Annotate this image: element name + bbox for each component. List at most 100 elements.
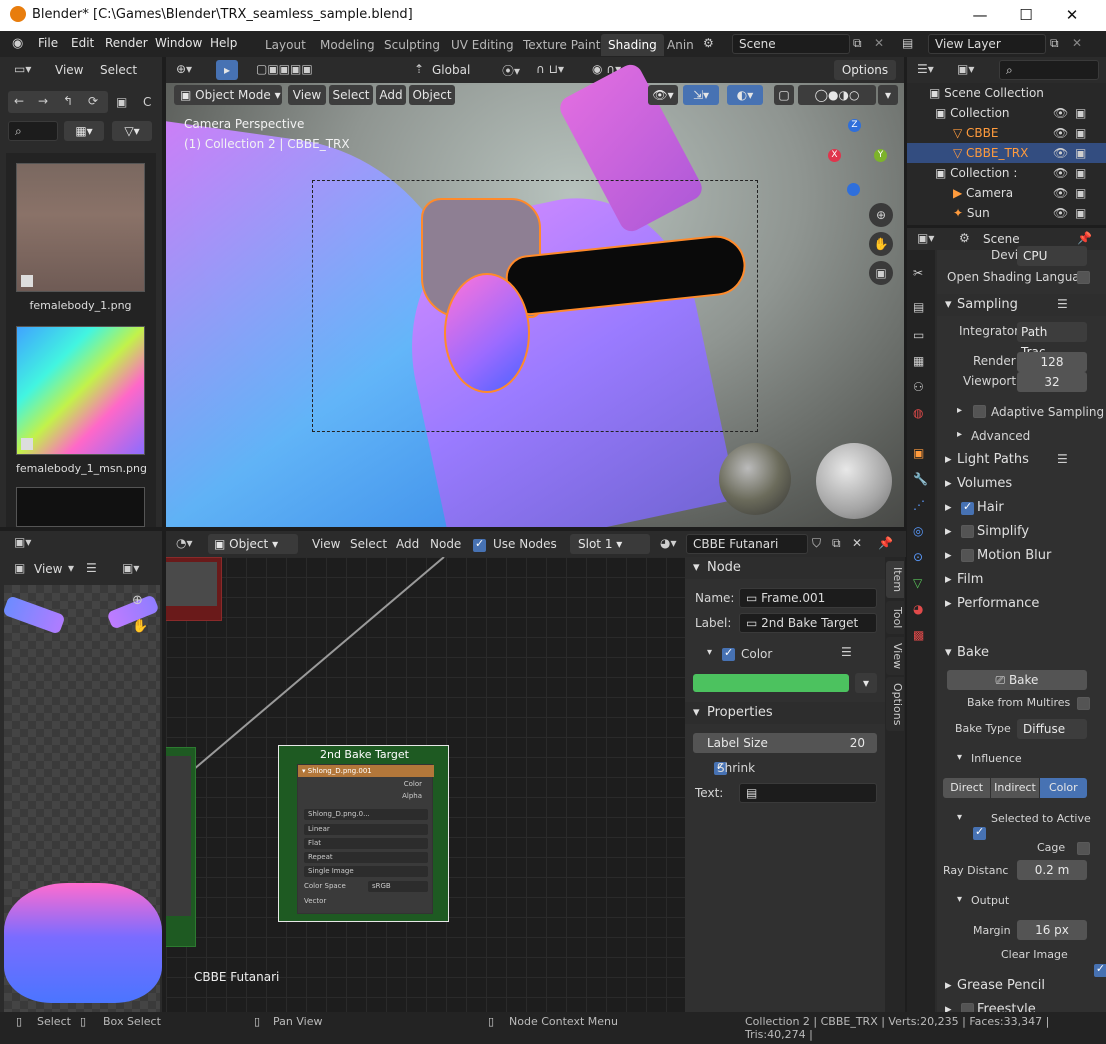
filter-c-icon[interactable]: C [143,95,151,109]
blender-menu-icon[interactable]: ◉ [12,36,23,51]
image-canvas[interactable]: ⊕ ✋ [2,585,162,1013]
zoom-icon[interactable]: ⊕ [132,593,143,608]
image-view-icon[interactable]: ▣ [14,561,25,575]
motion-blur-checkbox[interactable] [961,549,974,562]
outliner-row-sun[interactable]: ✦ Sun 👁 ▣ [907,203,1106,223]
viewport-menu-select[interactable]: Select [329,85,373,105]
render-samples-field[interactable]: 128 [1017,352,1087,372]
shader-type-select[interactable]: ▣ Object ▾ [208,534,298,554]
hair-checkbox[interactable] [961,500,974,515]
visibility-eye-icon[interactable]: 👁 [1053,103,1068,123]
visibility-eye-icon[interactable]: 👁 [1053,203,1068,223]
view-layer-field[interactable]: View Layer [928,34,1046,54]
visibility-eye-icon[interactable]: 👁 [1053,123,1068,143]
color-toggle[interactable]: Color [1039,778,1087,798]
overlay-toggle-icon[interactable]: ◐▾ [727,85,763,105]
bake-button[interactable]: ⎚ Bake [947,670,1087,690]
osl-checkbox[interactable] [1077,271,1090,284]
select-tool-icon[interactable]: ▸ [216,60,238,80]
output-label[interactable]: Output [971,894,1009,907]
outliner-row-camera[interactable]: ▶ Camera 👁 ▣ [907,183,1106,203]
image-select-icon[interactable]: ▣▾ [122,561,139,575]
view-layer-tab-icon[interactable]: ▦ [913,354,924,368]
tab-shading[interactable]: Shading [601,34,664,56]
direct-toggle[interactable]: Direct [943,778,991,798]
back-icon[interactable]: ← [14,94,24,108]
filter-button[interactable]: ▽▾ [112,121,152,141]
data-tab-icon[interactable]: ▽ [913,576,922,590]
options-button[interactable]: Options [834,60,896,80]
freestyle-checkbox[interactable] [961,1003,974,1012]
image-node-header[interactable]: ▾ Shlong_D.png.001 [298,765,434,777]
menu-render[interactable]: Render [105,36,148,50]
use-nodes-checkbox[interactable] [473,537,486,552]
node-frame-bake-target[interactable]: 2nd Bake Target ▾ Shlong_D.png.001 Color… [278,745,449,922]
physics-tab-icon[interactable]: ◎ [913,524,923,538]
bake-multires-checkbox[interactable] [1077,697,1090,710]
node-option-select[interactable]: Single Image [304,866,428,877]
visibility-eye-icon[interactable]: 👁 [1053,143,1068,163]
label-size-field[interactable]: Label Size 20 [693,733,877,753]
node-menu-view[interactable]: View [312,537,340,551]
tab-uv-editing[interactable]: UV Editing [444,34,521,56]
render-camera-icon[interactable]: ▣ [1075,183,1086,203]
pan-hand-icon[interactable]: ✋ [132,619,148,634]
pin-icon[interactable]: 📌 [1077,231,1092,245]
device-select[interactable]: CPU [1017,246,1087,266]
node-option-select[interactable]: Linear [304,824,428,835]
presets-icon[interactable]: ☰ [1057,297,1068,311]
simplify-title[interactable]: Simplify [977,524,1029,539]
hamburger-icon[interactable]: ☰ [86,561,97,575]
sampling-panel-header[interactable]: ▾ Sampling ☰ [937,294,1106,316]
presets-icon[interactable]: ☰ [1057,452,1068,466]
menu-file[interactable]: File [38,36,58,50]
node-frame-green-left[interactable] [166,747,196,947]
freestyle-title[interactable]: Freestyle [977,1002,1036,1012]
texture-tab-icon[interactable]: ▩ [913,628,924,642]
transform-orientation-icon[interactable]: ⇡ [414,62,424,76]
image-texture-node[interactable]: ▾ Shlong_D.png.001 Color Alpha Shlong_D.… [297,764,434,914]
color-swatch[interactable] [693,674,849,692]
editor-type-icon[interactable]: ☰▾ [917,62,934,76]
file-select-menu[interactable]: Select [100,63,137,77]
scene-icon[interactable]: ⚙ [703,36,714,50]
zoom-icon[interactable]: ⊕ [869,203,893,227]
node-option-select[interactable]: Repeat [304,852,428,863]
menu-window[interactable]: Window [155,36,202,50]
editor-type-icon[interactable]: ▣▾ [917,231,934,245]
viewport-samples-field[interactable]: 32 [1017,372,1087,392]
tab-sculpting[interactable]: Sculpting [377,34,447,56]
outliner-row-collection[interactable]: ▣ Collection : 👁 ▣ [907,163,1106,183]
tool-tab-icon[interactable]: ✂ [913,266,923,280]
viewport-canvas[interactable]: Camera Perspective (1) Collection 2 | CB… [166,60,904,527]
name-field[interactable]: ▭ Frame.001 [739,588,877,608]
viewport-menu-add[interactable]: Add [376,85,406,105]
clear-image-checkbox[interactable] [1093,962,1106,977]
text-datablock-field[interactable]: ▤ [739,783,877,803]
forward-icon[interactable]: → [38,94,48,108]
menu-help[interactable]: Help [210,36,237,50]
render-camera-icon[interactable]: ▣ [1075,123,1086,143]
visibility-icon[interactable]: 👁▾ [648,85,678,105]
outliner-row-collection[interactable]: ▣ Collection 👁 ▣ [907,103,1106,123]
pivot-icon[interactable]: ⦿▾ [502,62,520,79]
thumbnail-femalebody-1-msn[interactable] [16,326,145,455]
tab-animation[interactable]: Anin [660,34,701,56]
adaptive-sampling-label[interactable]: Adaptive Sampling [991,405,1104,419]
tab-texture-paint[interactable]: Texture Paint [516,34,607,56]
render-camera-icon[interactable]: ▣ [1075,143,1086,163]
slot-select[interactable]: Slot 1 ▾ [570,534,650,554]
ray-distance-field[interactable]: 0.2 m [1017,860,1087,880]
viewport-menu-view[interactable]: View [288,85,326,105]
integrator-select[interactable]: Path Trac... [1017,322,1087,359]
node-menu-select[interactable]: Select [350,537,387,551]
file-name-1[interactable]: femalebody_1.png [16,299,145,312]
scene-collection-row[interactable]: ▣ Scene Collection [929,83,1044,103]
transform-orientation[interactable]: Global [432,63,470,77]
cage-checkbox[interactable] [1077,842,1090,855]
parent-dir-icon[interactable]: ↰ [63,94,73,108]
display-mode-button[interactable]: ▦▾ [64,121,104,141]
tab-item[interactable]: Item [886,561,904,599]
tab-tool[interactable]: Tool [886,601,904,635]
gizmo-y[interactable]: Y [874,149,887,162]
